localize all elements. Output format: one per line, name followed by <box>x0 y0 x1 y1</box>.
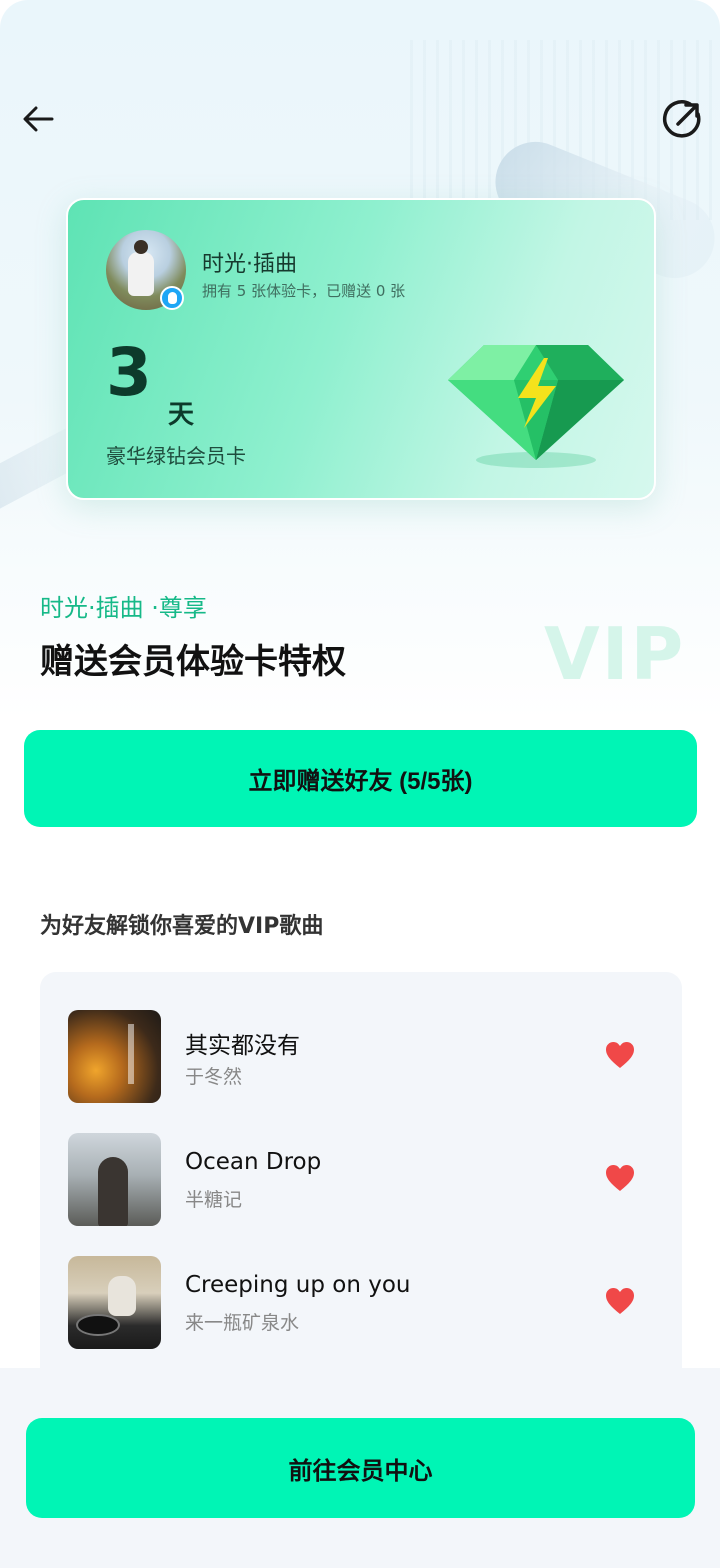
heart-icon[interactable] <box>604 1163 636 1193</box>
album-cover <box>68 1256 161 1349</box>
card-status: 拥有 5 张体验卡，已赠送 0 张 <box>202 282 406 300</box>
qq-badge-icon <box>160 286 184 310</box>
song-artist: 于冬然 <box>185 1066 243 1088</box>
songs-section-label: 为好友解锁你喜爱的VIP歌曲 <box>40 914 324 939</box>
member-center-button[interactable]: 前往会员中心 <box>26 1418 695 1518</box>
vip-watermark: VIP <box>544 612 686 696</box>
song-list: 其实都没有 于冬然 Ocean Drop 半糖记 Creeping up on … <box>40 972 682 1368</box>
song-title: 其实都没有 <box>185 1033 300 1059</box>
song-artist: 来一瓶矿泉水 <box>185 1312 300 1334</box>
promo-title: 赠送会员体验卡特权 <box>40 642 346 682</box>
membership-card: 时光·插曲 拥有 5 张体验卡，已赠送 0 张 3 天 豪华绿钻会员卡 <box>66 198 656 500</box>
heart-icon[interactable] <box>604 1286 636 1316</box>
share-out-icon <box>663 100 701 138</box>
card-days: 3 <box>106 334 152 411</box>
heart-icon[interactable] <box>604 1040 636 1070</box>
card-user-name: 时光·插曲 <box>202 252 297 277</box>
song-artist: 半糖记 <box>185 1189 243 1211</box>
share-button[interactable] <box>660 98 704 142</box>
card-type: 豪华绿钻会员卡 <box>106 444 246 468</box>
list-item[interactable]: 其实都没有 于冬然 <box>40 1010 682 1106</box>
card-days-unit: 天 <box>168 400 195 430</box>
album-cover <box>68 1133 161 1226</box>
album-cover <box>68 1010 161 1103</box>
promo-subtitle: 时光·插曲 ·尊享 <box>40 594 207 622</box>
green-diamond-icon <box>448 345 624 468</box>
list-item[interactable]: Creeping up on you 来一瓶矿泉水 <box>40 1256 682 1352</box>
gift-friend-button[interactable]: 立即赠送好友 (5/5张) <box>24 730 697 827</box>
arrow-left-icon <box>23 106 54 132</box>
list-item[interactable]: Ocean Drop 半糖记 <box>40 1133 682 1229</box>
back-button[interactable] <box>18 98 60 140</box>
song-title: Creeping up on you <box>185 1272 411 1298</box>
song-title: Ocean Drop <box>185 1149 322 1175</box>
